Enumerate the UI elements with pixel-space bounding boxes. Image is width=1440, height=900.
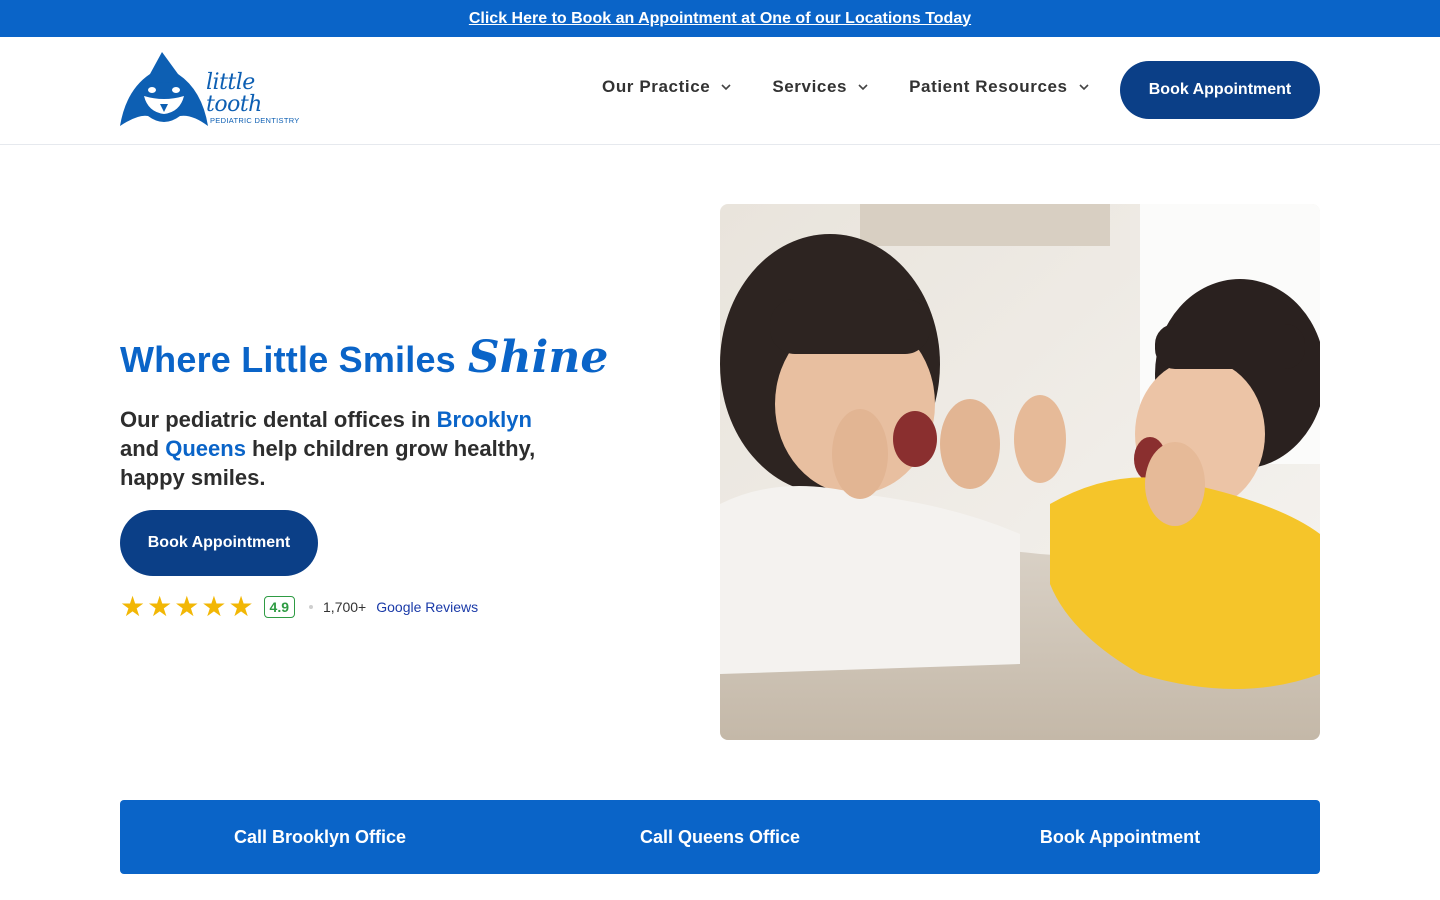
nav-services[interactable]: Services xyxy=(772,77,869,97)
brooklyn-link[interactable]: Brooklyn xyxy=(437,407,532,432)
hero-title: Where Little Smiles Shine xyxy=(120,332,608,383)
hero-subtitle: Our pediatric dental offices in Brooklyn… xyxy=(120,405,540,492)
star-icon: ★ xyxy=(201,591,227,622)
chevron-down-icon xyxy=(857,81,869,93)
announcement-bar: Click Here to Book an Appointment at One… xyxy=(0,0,1440,37)
hero-sub-text: and xyxy=(120,436,166,461)
star-rating: ★ ★ ★ ★ ★ xyxy=(120,593,256,621)
star-icon: ★ xyxy=(147,591,173,622)
main-nav: Our Practice Services Patient Resources xyxy=(602,77,1130,97)
rating-score-badge: 4.9 xyxy=(263,596,296,618)
call-brooklyn-button[interactable]: Call Brooklyn Office xyxy=(120,827,520,848)
hero-photo xyxy=(720,204,1320,740)
nav-item-label: Services xyxy=(772,77,848,96)
logo-name: little tooth xyxy=(206,70,262,117)
chevron-down-icon xyxy=(1078,81,1090,93)
bottom-book-appointment-button[interactable]: Book Appointment xyxy=(920,827,1320,848)
contact-bar: Call Brooklyn Office Call Queens Office … xyxy=(120,800,1320,874)
google-reviews-link[interactable]: Google Reviews xyxy=(376,599,478,615)
star-icon: ★ xyxy=(174,591,200,622)
separator-dot xyxy=(309,605,314,609)
logo-subtitle: PEDIATRIC DENTISTRY xyxy=(210,116,300,125)
hero-title-main: Where Little Smiles xyxy=(120,339,456,380)
chevron-down-icon xyxy=(720,81,732,93)
queens-link[interactable]: Queens xyxy=(165,436,246,461)
hero-book-appointment-button[interactable]: Book Appointment xyxy=(120,510,318,576)
rating-row: ★ ★ ★ ★ ★ 4.9 1,700+ Google Reviews xyxy=(120,592,478,622)
header-book-appointment-button[interactable]: Book Appointment xyxy=(1120,61,1320,119)
nav-item-label: Our Practice xyxy=(602,77,711,96)
logo[interactable]: little tooth PEDIATRIC DENTISTRY xyxy=(120,50,310,128)
hero-sub-text: Our pediatric dental offices in xyxy=(120,407,437,432)
announcement-link[interactable]: Click Here to Book an Appointment at One… xyxy=(469,10,971,28)
call-queens-button[interactable]: Call Queens Office xyxy=(520,827,920,848)
nav-item-label: Patient Resources xyxy=(909,77,1068,96)
nav-patient-resources[interactable]: Patient Resources xyxy=(909,77,1090,97)
review-count: 1,700+ xyxy=(323,599,367,615)
hero-title-script: Shine xyxy=(467,332,609,383)
star-icon: ★ xyxy=(120,591,146,622)
dolphin-logo-icon xyxy=(120,52,208,126)
star-icon: ★ xyxy=(228,591,254,622)
logo-wordmark: little tooth PEDIATRIC DENTISTRY xyxy=(206,70,310,126)
nav-our-practice[interactable]: Our Practice xyxy=(602,77,732,97)
site-header: little tooth PEDIATRIC DENTISTRY Our Pra… xyxy=(0,37,1440,145)
